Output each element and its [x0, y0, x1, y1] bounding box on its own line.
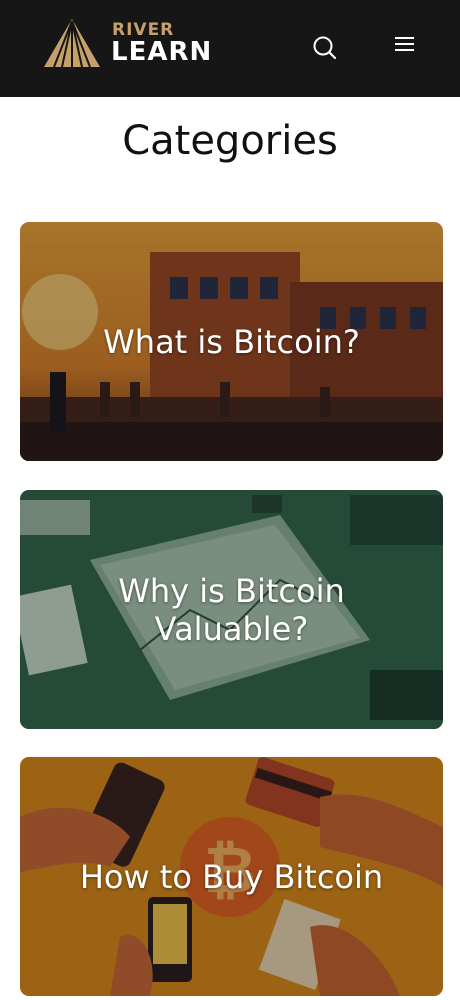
category-card-why-is-bitcoin-valuable[interactable]: Why is Bitcoin Valuable? [20, 490, 443, 729]
river-learn-logo[interactable]: RIVER LEARN [44, 19, 229, 69]
search-button[interactable] [310, 33, 340, 63]
top-navigation-bar: RIVER LEARN [0, 0, 460, 97]
page-title: Categories [122, 118, 338, 164]
hamburger-menu-icon [395, 37, 414, 51]
card-title: How to Buy Bitcoin [79, 857, 384, 896]
card-title: What is Bitcoin? [103, 322, 360, 361]
search-icon [313, 36, 337, 60]
card-title: Why is Bitcoin Valuable? [118, 571, 345, 648]
menu-button[interactable] [390, 30, 420, 60]
river-logo-icon [44, 19, 100, 67]
category-card-how-to-buy-bitcoin[interactable]: ₿ How to Buy Bitcoin [20, 757, 443, 996]
category-card-what-is-bitcoin[interactable]: What is Bitcoin? [20, 222, 443, 461]
logo-text-learn: LEARN [111, 37, 213, 67]
